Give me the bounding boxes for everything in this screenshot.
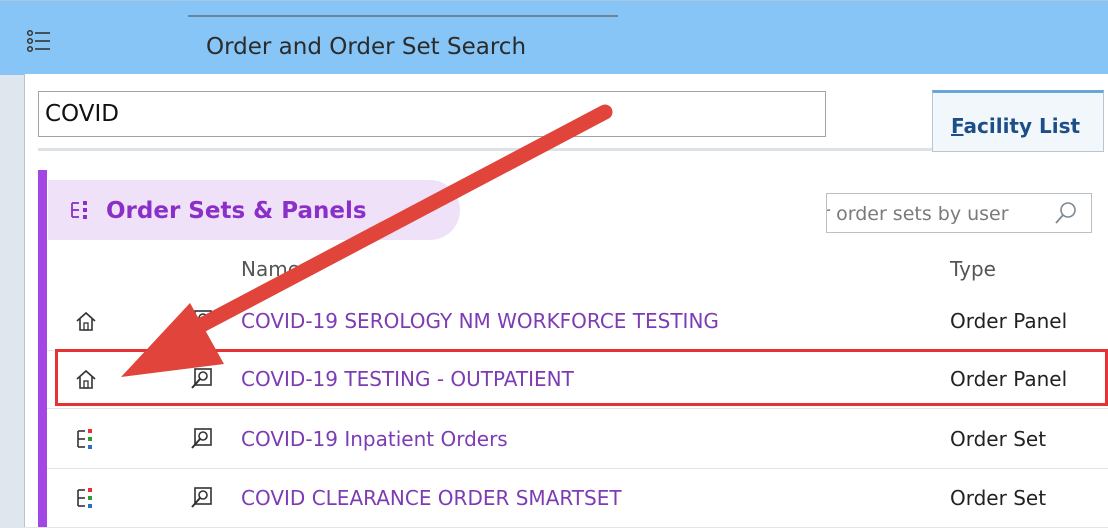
preview-icon[interactable] xyxy=(189,367,213,391)
order-search-input[interactable] xyxy=(38,91,826,137)
column-header-type[interactable]: Type xyxy=(950,257,996,281)
order-set-icon xyxy=(71,201,87,219)
table-row[interactable]: COVID-19 Inpatient Orders Order Set xyxy=(47,410,1108,469)
search-icon[interactable] xyxy=(1053,200,1079,226)
row-type: Order Set xyxy=(950,486,1047,510)
row-name-link[interactable]: COVID CLEARANCE ORDER SMARTSET xyxy=(241,486,622,510)
home-icon xyxy=(76,311,96,331)
filter-by-user-input[interactable]: Filter order sets by user xyxy=(826,193,1092,233)
tab-facility-accel: F xyxy=(951,114,964,138)
row-type: Order Set xyxy=(950,427,1047,451)
preview-icon[interactable] xyxy=(189,309,213,333)
row-type: Order Panel xyxy=(950,367,1068,391)
table-row[interactable]: COVID CLEARANCE ORDER SMARTSET Order Set xyxy=(47,469,1108,528)
tab-facility-list[interactable]: Facility List xyxy=(932,90,1104,152)
column-header-name[interactable]: Name xyxy=(241,257,300,281)
row-name-link[interactable]: COVID-19 TESTING - OUTPATIENT xyxy=(241,367,574,391)
panel-accent-bar xyxy=(38,170,47,527)
order-set-icon xyxy=(77,429,92,449)
table-row[interactable]: COVID-19 SEROLOGY NM WORKFORCE TESTING O… xyxy=(47,292,1108,351)
window-title: Order and Order Set Search xyxy=(206,34,527,60)
title-bar: Order and Order Set Search xyxy=(0,0,1108,75)
preview-icon[interactable] xyxy=(189,486,213,510)
home-icon xyxy=(76,369,96,389)
filter-placeholder: Filter order sets by user xyxy=(827,203,1009,225)
section-title: Order Sets & Panels xyxy=(106,198,367,224)
list-menu-icon[interactable] xyxy=(26,28,52,54)
row-name-link[interactable]: COVID-19 SEROLOGY NM WORKFORCE TESTING xyxy=(241,309,719,333)
collapse-caret-icon[interactable] xyxy=(418,198,434,214)
preview-icon[interactable] xyxy=(189,427,213,451)
title-divider xyxy=(188,15,618,17)
table-row[interactable]: COVID-19 TESTING - OUTPATIENT Order Pane… xyxy=(47,350,1108,409)
section-header-order-sets[interactable]: Order Sets & Panels xyxy=(48,180,460,240)
tab-facility-label: acility List xyxy=(963,114,1081,138)
search-separator xyxy=(38,148,934,151)
row-name-link[interactable]: COVID-19 Inpatient Orders xyxy=(241,427,508,451)
order-set-icon xyxy=(77,488,92,508)
row-type: Order Panel xyxy=(950,309,1068,333)
